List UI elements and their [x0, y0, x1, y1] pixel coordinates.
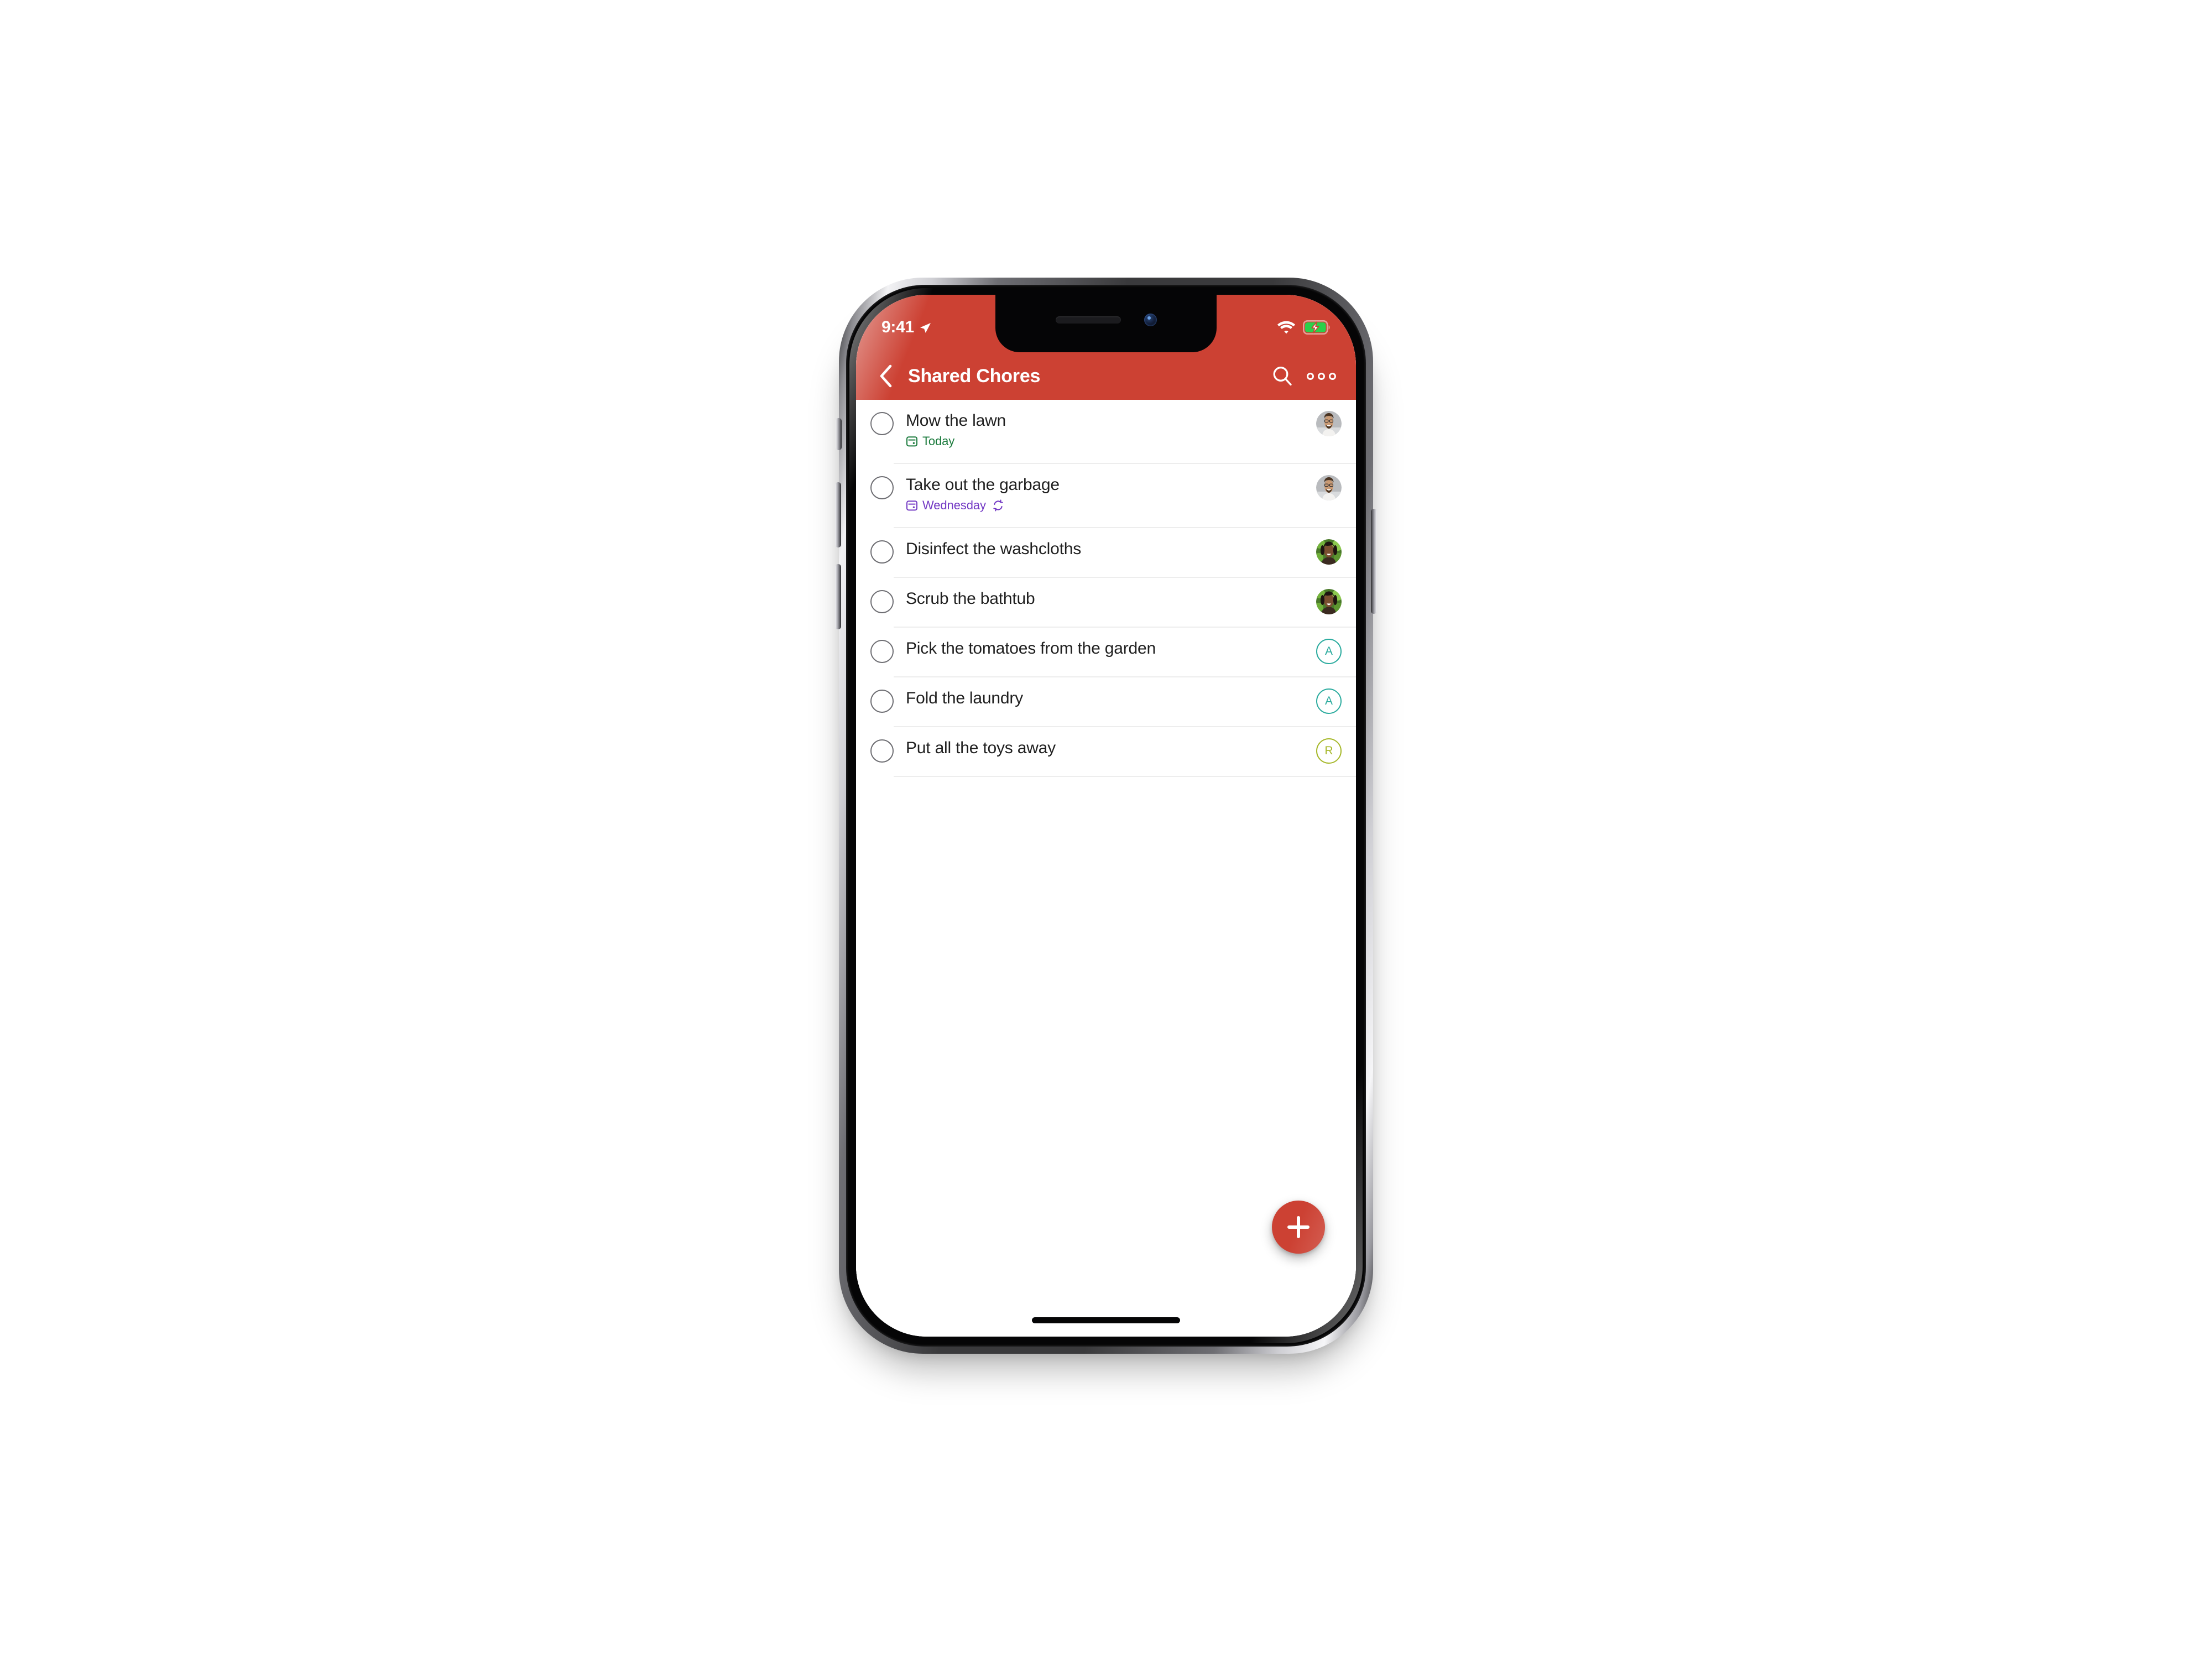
avatar-initial-label: A: [1324, 695, 1333, 707]
task-title: Disinfect the washcloths: [906, 540, 1082, 558]
task-content: Scrub the bathtub: [906, 578, 1307, 608]
app-screen: 9:41 Shared Chores Mow the lawn Today Ta…: [856, 295, 1356, 1337]
task-checkbox[interactable]: [870, 739, 894, 763]
avatar-initial-label: A: [1324, 645, 1333, 658]
more-dot-2: [1317, 372, 1325, 380]
task-content: Mow the lawn Today: [906, 400, 1307, 447]
task-row[interactable]: Take out the garbage Wednesday: [856, 464, 1356, 528]
task-row[interactable]: Mow the lawn Today: [856, 400, 1356, 464]
task-list: Mow the lawn Today Take out the garbage …: [856, 400, 1356, 777]
avatar-initial-label: R: [1324, 744, 1333, 757]
task-checkbox[interactable]: [870, 476, 894, 499]
task-title: Mow the lawn: [906, 412, 1006, 430]
row-separator: [894, 776, 1356, 777]
avatar-photo-a0: [1316, 411, 1342, 436]
avatar-initial: A: [1316, 688, 1342, 714]
avatar-photo-a3: [1316, 589, 1342, 614]
task-checkbox[interactable]: [870, 590, 894, 613]
volume-down-button[interactable]: [835, 564, 841, 629]
task-due-badge: Wednesday: [906, 499, 1307, 512]
earpiece-speaker-icon: [1055, 316, 1121, 324]
more-dot-1: [1306, 372, 1314, 380]
task-content: Take out the garbage Wednesday: [906, 464, 1307, 512]
task-checkbox[interactable]: [870, 412, 894, 435]
task-content: Put all the toys away: [906, 727, 1307, 757]
task-content: Fold the laundry: [906, 677, 1307, 707]
task-checkbox[interactable]: [870, 690, 894, 713]
calendar-icon: [906, 436, 917, 447]
volume-up-button[interactable]: [835, 482, 841, 547]
list-empty-area: [856, 777, 1356, 1337]
status-bar-right: [1277, 320, 1331, 335]
task-title: Take out the garbage: [906, 476, 1060, 494]
chevron-left-icon: [880, 364, 892, 388]
battery-charging-icon: [1303, 320, 1330, 335]
avatar-initial: R: [1316, 738, 1342, 764]
add-task-button[interactable]: [1272, 1201, 1325, 1254]
task-assignee-avatar[interactable]: A: [1316, 639, 1342, 664]
task-assignee-avatar[interactable]: R: [1316, 738, 1342, 764]
task-assignee-avatar[interactable]: [1316, 589, 1342, 614]
task-assignee-avatar[interactable]: A: [1316, 688, 1342, 714]
more-dot-3: [1328, 372, 1336, 380]
task-due-label: Wednesday: [922, 498, 986, 513]
back-button[interactable]: [870, 361, 901, 392]
task-content: Pick the tomatoes from the garden: [906, 628, 1307, 658]
notch: [995, 295, 1217, 352]
task-row[interactable]: Pick the tomatoes from the garden A: [856, 628, 1356, 677]
avatar-photo-a2: [1316, 539, 1342, 565]
location-arrow-icon: [920, 323, 931, 333]
phone-screen: 9:41 Shared Chores Mow the lawn Today Ta…: [856, 295, 1356, 1337]
search-icon: [1273, 367, 1292, 386]
avatar-initial: A: [1316, 639, 1342, 664]
page-title: Shared Chores: [908, 365, 1041, 387]
navigation-bar: Shared Chores: [856, 352, 1356, 400]
task-row[interactable]: Put all the toys away R: [856, 727, 1356, 777]
task-row[interactable]: Fold the laundry A: [856, 677, 1356, 727]
mute-switch-button[interactable]: [836, 418, 842, 450]
more-options-button[interactable]: [1305, 360, 1337, 392]
more-horizontal-icon: [1306, 372, 1336, 380]
task-row[interactable]: Scrub the bathtub: [856, 578, 1356, 628]
status-bar-time: 9:41: [881, 318, 914, 336]
task-row[interactable]: Disinfect the washcloths: [856, 528, 1356, 578]
calendar-icon: [906, 500, 917, 511]
status-bar-left: 9:41: [881, 318, 932, 337]
task-checkbox[interactable]: [870, 640, 894, 663]
task-title: Put all the toys away: [906, 739, 1056, 757]
home-indicator[interactable]: [1032, 1317, 1180, 1323]
task-due-badge: Today: [906, 435, 1307, 447]
task-assignee-avatar[interactable]: [1316, 475, 1342, 500]
avatar-photo-a1: [1316, 475, 1342, 500]
front-camera-icon: [1144, 313, 1157, 326]
search-button[interactable]: [1266, 360, 1298, 392]
task-checkbox[interactable]: [870, 540, 894, 564]
task-content: Disinfect the washcloths: [906, 528, 1307, 558]
task-title: Pick the tomatoes from the garden: [906, 640, 1156, 658]
task-title: Fold the laundry: [906, 690, 1023, 707]
plus-icon: [1287, 1216, 1310, 1238]
power-button[interactable]: [1371, 509, 1377, 614]
task-title: Scrub the bathtub: [906, 590, 1035, 608]
task-due-label: Today: [922, 434, 955, 448]
task-assignee-avatar[interactable]: [1316, 539, 1342, 565]
screenshot-canvas: 9:41 Shared Chores Mow the lawn Today Ta…: [0, 0, 2212, 1659]
phone-device: 9:41 Shared Chores Mow the lawn Today Ta…: [827, 265, 1385, 1366]
repeat-icon: [993, 499, 1003, 512]
wifi-icon: [1277, 321, 1296, 334]
task-assignee-avatar[interactable]: [1316, 411, 1342, 436]
